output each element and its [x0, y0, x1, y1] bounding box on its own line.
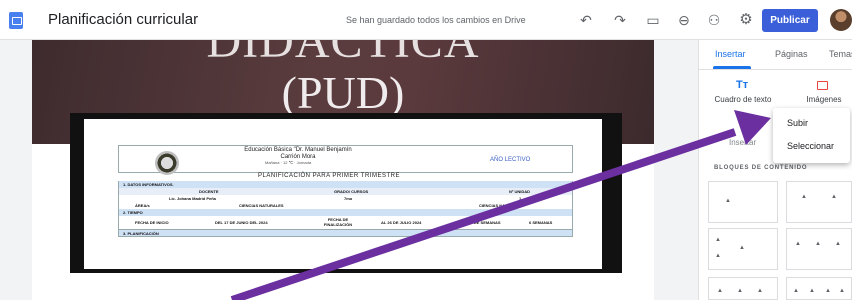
image-placeholder-icon: ▲: [739, 245, 745, 251]
sites-logo-icon[interactable]: [9, 12, 23, 29]
doc-cell: Lic. Johana Madrid Peña: [169, 196, 216, 201]
header-line-2[interactable]: (PUD): [32, 66, 654, 119]
doc-year-label: AÑO LECTIVO: [490, 157, 531, 163]
image-placeholder-icon: ▲: [801, 194, 807, 200]
tab-temas[interactable]: Temas: [829, 49, 852, 59]
doc-row: 1. DATOS INFORMATIVOS.: [118, 181, 573, 188]
doc-row: Lic. Johana Madrid Peña 7mo 1: [118, 195, 573, 202]
top-bar: Planificación curricular Se han guardado…: [0, 0, 852, 40]
add-person-icon[interactable]: ⚇: [704, 10, 724, 30]
redo-icon[interactable]: ↷: [610, 10, 630, 30]
link-icon[interactable]: ⊖: [674, 10, 694, 30]
doc-cell: 1: [519, 196, 522, 201]
doc-row: ÁREA/s CIENCIAS NATURALES CIENCIAS NATUR…: [118, 202, 573, 209]
layout-block[interactable]: ▲ ▲ ▲: [708, 277, 778, 300]
doc-cell: FECHA DE FINALIZACIÓN: [323, 217, 353, 227]
tab-paginas[interactable]: Páginas: [775, 49, 808, 59]
layout-block[interactable]: ▲ ▲: [786, 181, 852, 223]
undo-icon[interactable]: ↶: [576, 10, 596, 30]
avatar[interactable]: [830, 9, 852, 31]
doc-cell: Nº UNIDAD: [509, 189, 531, 194]
panel-tabs: Insertar Páginas Temas: [699, 40, 852, 70]
image-placeholder-icon: ▲: [831, 194, 837, 200]
image-placeholder-icon: ▲: [757, 288, 763, 294]
image-placeholder-icon: ▲: [725, 198, 731, 204]
active-tab-indicator: [713, 66, 751, 69]
doc-cell: AL 26 DE JULIO 2024: [381, 220, 422, 225]
doc-cell: DOCENTE: [199, 189, 219, 194]
image-placeholder-icon: ▲: [737, 288, 743, 294]
insert-label: Insertar: [729, 138, 757, 147]
doc-cell: 7mo: [344, 196, 353, 201]
publish-button[interactable]: Publicar: [762, 9, 818, 32]
image-placeholder-icon: ▲: [717, 288, 723, 294]
images-button[interactable]: Imágenes: [796, 95, 852, 104]
image-source-menu: Subir Seleccionar: [773, 108, 850, 163]
preview-icon[interactable]: ▭: [643, 10, 663, 30]
menu-item-seleccionar[interactable]: Seleccionar: [787, 141, 834, 151]
image-placeholder-icon: ▲: [809, 288, 815, 294]
text-box-button[interactable]: Cuadro de texto: [709, 95, 777, 104]
image-placeholder-icon: ▲: [839, 288, 845, 294]
doc-cell: ÁREA/s: [135, 203, 150, 208]
doc-cell: 2. TIEMPO: [123, 210, 143, 215]
image-placeholder-icon: ▲: [793, 288, 799, 294]
doc-row: 3. PLANIFICACIÓN: [118, 230, 573, 237]
settings-icon[interactable]: ⚙: [736, 10, 756, 30]
content-blocks-label: BLOQUES DE CONTENIDO: [714, 165, 808, 171]
doc-cell: FECHA DE INICIO: [135, 220, 169, 225]
app-window: Planificación curricular Se han guardado…: [0, 0, 852, 300]
document-title[interactable]: Planificación curricular: [48, 11, 198, 28]
image-placeholder-icon: ▲: [715, 237, 721, 243]
doc-cell: GRADO/ CURSOS: [334, 189, 369, 194]
layout-block[interactable]: ▲ ▲ ▲: [786, 228, 852, 270]
layout-block[interactable]: ▲: [708, 181, 778, 223]
image-placeholder-icon: ▲: [815, 241, 821, 247]
doc-cell: 6 SEMANAS: [529, 220, 553, 225]
doc-row: DOCENTE GRADO/ CURSOS Nº UNIDAD: [118, 188, 573, 195]
layout-block[interactable]: ▲ ▲ ▲ ▲: [786, 277, 852, 300]
doc-cell: 3. PLANIFICACIÓN: [123, 231, 159, 236]
image-placeholder-icon: ▲: [795, 241, 801, 247]
school-seal-icon: [155, 151, 179, 175]
doc-row: 2. TIEMPO: [118, 209, 573, 216]
layout-block[interactable]: ▲ ▲ ▲: [708, 228, 778, 270]
doc-school-sub: Mañana · 12 ℃ · Jornada: [265, 160, 312, 165]
doc-row: FECHA DE INICIO DEL 17 DE JUNIO DEL 2024…: [118, 216, 573, 230]
image-placeholder-icon: ▲: [825, 288, 831, 294]
doc-cell: CIENCIAS NATURALES: [479, 203, 524, 208]
doc-cell: 1. DATOS INFORMATIVOS.: [123, 182, 174, 187]
doc-cell: CIENCIAS NATURALES: [239, 203, 284, 208]
text-box-icon[interactable]: Tт: [736, 79, 748, 91]
doc-cell: DEL 17 DE JUNIO DEL 2024: [215, 220, 268, 225]
menu-item-subir[interactable]: Subir: [787, 118, 808, 128]
image-icon[interactable]: [817, 81, 828, 90]
save-status: Se han guardado todos los cambios en Dri…: [346, 15, 526, 25]
tab-insertar[interactable]: Insertar: [715, 49, 746, 59]
doc-cell: NÚMERO DE SEMANAS: [455, 220, 501, 225]
image-placeholder-icon: ▲: [715, 253, 721, 259]
doc-plan-title: PLANIFICACIÓN PARA PRIMER TRIMESTRE: [258, 173, 400, 179]
image-placeholder-icon: ▲: [835, 241, 841, 247]
header-line-1[interactable]: DIDÁCTICA: [32, 40, 654, 69]
